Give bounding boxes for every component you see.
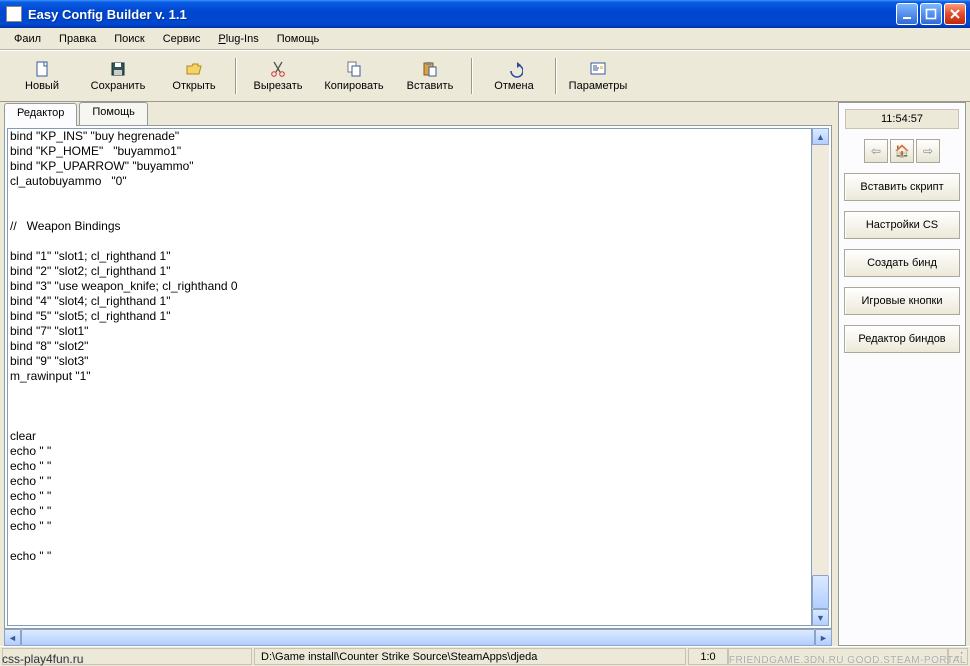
left-pane: Редактор Помощь bind "KP_INS" "buy hegre…: [4, 102, 832, 646]
window-buttons: [896, 3, 966, 25]
menu-help[interactable]: Помощь: [269, 31, 328, 47]
vertical-scrollbar[interactable]: ▲ ▼: [812, 128, 829, 626]
watermark-right: FRIENDGAME.3DN.RU GOOD.STEAM-PORTAL: [729, 655, 966, 666]
editor-frame: bind "KP_INS" "buy hegrenade" bind "KP_H…: [4, 125, 832, 629]
scroll-right-icon[interactable]: ►: [815, 629, 832, 646]
file-new-icon: [33, 60, 51, 78]
minimize-button[interactable]: [896, 3, 918, 25]
bind-editor-button[interactable]: Редактор биндов: [844, 325, 960, 353]
window-title: Easy Config Builder v. 1.1: [28, 7, 896, 22]
game-buttons-button[interactable]: Игровые кнопки: [844, 287, 960, 315]
params-icon: [589, 60, 607, 78]
paste-icon: [421, 60, 439, 78]
undo-button[interactable]: Отмена: [476, 54, 552, 98]
cut-icon: [269, 60, 287, 78]
menu-plugins[interactable]: Plug-Ins: [210, 31, 266, 47]
scroll-down-icon[interactable]: ▼: [812, 609, 829, 626]
scroll-track[interactable]: [21, 629, 815, 646]
status-position: 1:0: [688, 648, 728, 665]
params-button[interactable]: Параметры: [560, 54, 636, 98]
menu-file[interactable]: Фаил: [6, 31, 49, 47]
open-icon: [185, 60, 203, 78]
watermark-left: css-play4fun.ru: [2, 652, 83, 666]
nav-back-button[interactable]: ⇦: [864, 139, 888, 163]
clock: 11:54:57: [845, 109, 959, 129]
scroll-track[interactable]: [812, 145, 829, 609]
toolbar-separator: [555, 58, 557, 94]
nav-forward-button[interactable]: ⇨: [916, 139, 940, 163]
tab-help[interactable]: Помощь: [79, 102, 148, 125]
app-icon: [6, 6, 22, 22]
open-button[interactable]: Открыть: [156, 54, 232, 98]
toolbar: Новый Сохранить Открыть Вырезать Копиров…: [0, 50, 970, 102]
workspace: Редактор Помощь bind "KP_INS" "buy hegre…: [4, 102, 966, 646]
menu-search[interactable]: Поиск: [106, 31, 152, 47]
new-button[interactable]: Новый: [4, 54, 80, 98]
maximize-button[interactable]: [920, 3, 942, 25]
nav-home-button[interactable]: 🏠: [890, 139, 914, 163]
insert-script-button[interactable]: Вставить скрипт: [844, 173, 960, 201]
menubar: Фаил Правка Поиск Сервис Plug-Ins Помощь: [0, 28, 970, 50]
tab-editor[interactable]: Редактор: [4, 103, 77, 126]
scroll-thumb[interactable]: [812, 575, 829, 609]
copy-button[interactable]: Копировать: [316, 54, 392, 98]
horizontal-scrollbar[interactable]: ◄ ►: [4, 629, 832, 646]
create-bind-button[interactable]: Создать бинд: [844, 249, 960, 277]
tab-bar: Редактор Помощь: [4, 102, 832, 125]
copy-icon: [345, 60, 363, 78]
menu-edit[interactable]: Правка: [51, 31, 104, 47]
scroll-left-icon[interactable]: ◄: [4, 629, 21, 646]
toolbar-separator: [235, 58, 237, 94]
editor-textarea[interactable]: bind "KP_INS" "buy hegrenade" bind "KP_H…: [7, 128, 812, 626]
scroll-thumb[interactable]: [21, 629, 815, 646]
save-button[interactable]: Сохранить: [80, 54, 156, 98]
status-path: D:\Game install\Counter Strike Source\St…: [254, 648, 686, 665]
save-icon: [109, 60, 127, 78]
scroll-up-icon[interactable]: ▲: [812, 128, 829, 145]
paste-button[interactable]: Вставить: [392, 54, 468, 98]
cs-settings-button[interactable]: Настройки CS: [844, 211, 960, 239]
cut-button[interactable]: Вырезать: [240, 54, 316, 98]
side-panel: 11:54:57 ⇦ 🏠 ⇨ Вставить скрипт Настройки…: [838, 102, 966, 646]
nav-buttons: ⇦ 🏠 ⇨: [864, 139, 940, 163]
close-button[interactable]: [944, 3, 966, 25]
titlebar: Easy Config Builder v. 1.1: [0, 0, 970, 28]
undo-icon: [505, 60, 523, 78]
toolbar-separator: [471, 58, 473, 94]
menu-service[interactable]: Сервис: [155, 31, 209, 47]
